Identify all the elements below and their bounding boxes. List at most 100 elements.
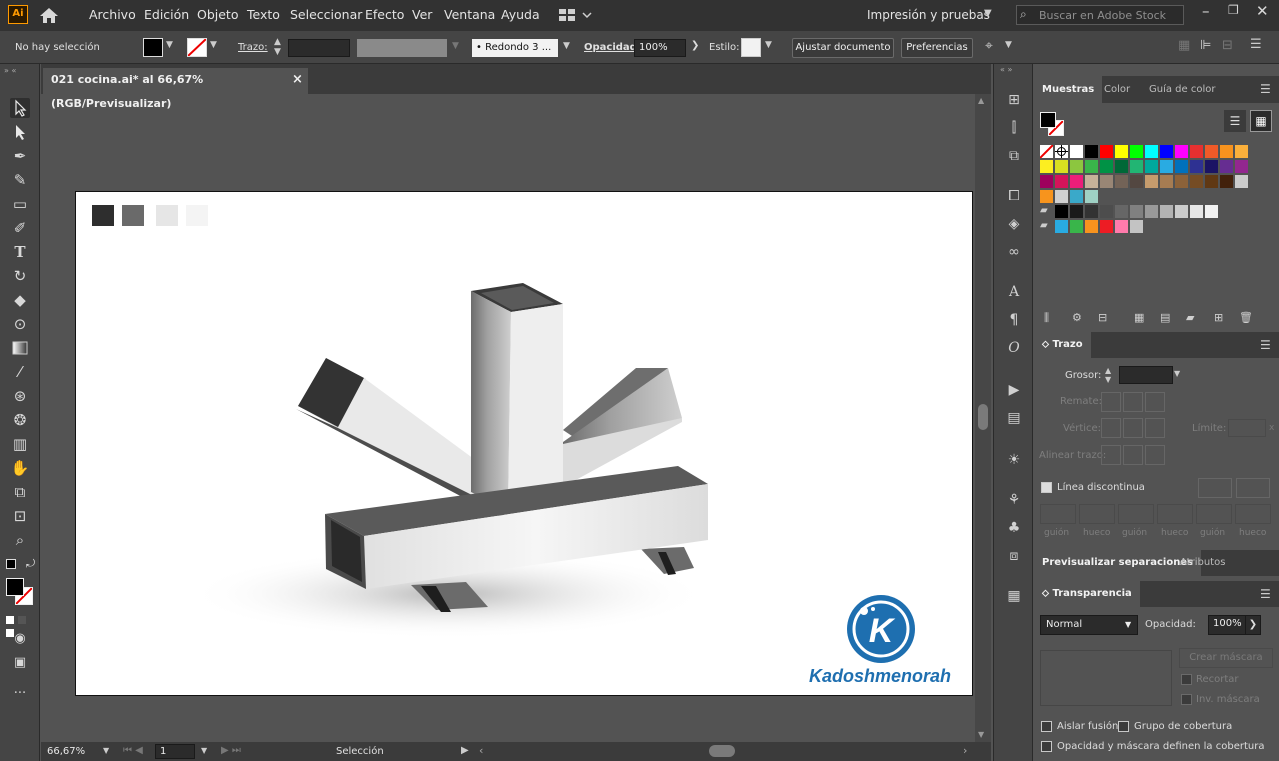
workspace-layout-icon[interactable] [558, 7, 594, 23]
status-arrow-icon[interactable]: ▶ [461, 745, 469, 756]
graphic-style-swatch[interactable] [741, 38, 761, 57]
stroke-panel-tab[interactable]: ⬦ Trazo [1034, 332, 1091, 358]
stroke-swatch[interactable] [187, 38, 207, 57]
paintbrush-tool-icon[interactable]: ✐ [10, 218, 30, 238]
column-graph-tool-icon[interactable]: ▥ [10, 434, 30, 454]
minimize-icon[interactable]: – [1202, 2, 1210, 20]
gap-input[interactable] [1235, 504, 1271, 524]
first-artboard-icon[interactable]: ⏮ ◀ [123, 745, 143, 756]
rotate-tool-icon[interactable]: ↻ [10, 266, 30, 286]
appearance-panel-icon[interactable]: ☀ [1004, 450, 1024, 470]
swatches-grid[interactable]: ▰ ▰ [1039, 144, 1256, 235]
swatch-1-6[interactable] [1130, 160, 1143, 173]
artboard-tool-icon[interactable]: ⊡ [10, 506, 30, 526]
swatch-2-10[interactable] [1190, 175, 1203, 188]
eyedropper-tool-icon[interactable]: ⁄ [10, 362, 30, 382]
variable-width-profile[interactable] [357, 39, 447, 57]
transparency-opacity-arrow[interactable]: ❯ [1245, 615, 1261, 635]
swatch-0-12[interactable] [1220, 145, 1233, 158]
align-stroke-buttons[interactable] [1101, 445, 1169, 465]
curvature-tool-icon[interactable]: ✎ [10, 170, 30, 190]
delete-swatch-icon[interactable]: 🗑 [1239, 311, 1253, 324]
direct-selection-tool-icon[interactable] [10, 122, 30, 142]
warp-tool-icon[interactable]: ⊙ [10, 314, 30, 334]
gray-swatch-9[interactable] [1190, 205, 1203, 218]
swatch-2-5[interactable] [1115, 175, 1128, 188]
tab-color[interactable]: Color [1096, 76, 1138, 103]
swatch-2-9[interactable] [1175, 175, 1188, 188]
tab-guia-color[interactable]: Guía de color [1141, 76, 1223, 103]
knockout-group-checkbox[interactable] [1118, 721, 1129, 732]
gray-swatch-7[interactable] [1160, 205, 1173, 218]
bright-swatch-2[interactable] [1085, 220, 1098, 233]
swatch-library-icon[interactable]: ⫼ [1044, 311, 1049, 325]
hscroll-left-icon[interactable]: ‹ [479, 744, 483, 757]
pathfinder-panel-icon[interactable]: ⧉ [1004, 146, 1024, 166]
swatch-1-11[interactable] [1205, 160, 1218, 173]
swatch-folder-icon[interactable]: ▰ [1040, 205, 1048, 216]
pattern-swatch-0[interactable] [1040, 190, 1053, 203]
blend-mode-select[interactable]: Normal ▼ [1040, 615, 1138, 635]
opacity-mask-checkbox[interactable] [1041, 741, 1052, 752]
align-panel-icon[interactable]: ⫿ [1004, 118, 1024, 138]
horizontal-scroll-thumb[interactable] [709, 745, 735, 757]
symbol-sprayer-tool-icon[interactable]: ❂ [10, 410, 30, 430]
weight-dropdown-icon[interactable]: ▼ [1174, 369, 1180, 378]
weight-spinner-icon[interactable]: ▲ ▼ [1105, 366, 1111, 384]
swatch-0-4[interactable] [1100, 145, 1113, 158]
grid-view-icon[interactable]: ▦ [1250, 110, 1272, 132]
workspace-switcher[interactable]: Impresión y pruebas [867, 8, 990, 22]
menu-ventana[interactable]: Ventana [444, 7, 495, 22]
type-tool-icon[interactable]: T [10, 242, 30, 262]
stock-search-field[interactable]: ⌕ Buscar en Adobe Stock [1016, 5, 1184, 25]
opacity-input[interactable]: 100% [634, 39, 686, 57]
swatch-1-5[interactable] [1115, 160, 1128, 173]
swatch-0-0[interactable] [1039, 144, 1054, 159]
draw-mode-icon[interactable]: ◉ [10, 629, 30, 649]
clip-checkbox[interactable] [1181, 674, 1192, 685]
stroke-dropdown-icon[interactable]: ▼ [210, 40, 217, 50]
swatch-folder-icon[interactable]: ▰ [1040, 220, 1048, 231]
hscroll-right-icon[interactable]: › [963, 744, 967, 757]
dock-collapse-icon[interactable]: « » [1000, 65, 1012, 74]
actions-panel-icon[interactable]: ▶ [1004, 380, 1024, 400]
next-artboard-icon[interactable]: ▶ ⏭ [221, 745, 241, 756]
rectangle-tool-icon[interactable]: ▭ [10, 194, 30, 214]
swatch-1-2[interactable] [1070, 160, 1083, 173]
zoom-tool-icon[interactable]: ⌕ [10, 530, 30, 550]
artboard-number-input[interactable]: 1 [155, 744, 195, 759]
swatch-2-6[interactable] [1130, 175, 1143, 188]
preferences-button[interactable]: Preferencias [901, 38, 973, 58]
chevron-down-icon[interactable]: ▼ [984, 8, 992, 19]
layers-panel-icon[interactable]: ◈ [1004, 214, 1024, 234]
gray-swatch-1[interactable] [1070, 205, 1083, 218]
transform-panel-icon[interactable]: ⊞ [1004, 90, 1024, 110]
bright-swatch-5[interactable] [1130, 220, 1143, 233]
kitchen-pipe-artwork[interactable]: K Kadoshmenorah [76, 192, 973, 696]
menu-edicion[interactable]: Edición [144, 7, 189, 22]
color-group-icon[interactable]: ▦ [1134, 311, 1144, 324]
home-icon[interactable] [38, 5, 60, 25]
swatch-2-11[interactable] [1205, 175, 1218, 188]
swatch-1-10[interactable] [1190, 160, 1203, 173]
character-panel-icon[interactable]: A [1004, 282, 1024, 302]
gray-swatch-5[interactable] [1130, 205, 1143, 218]
swatch-2-8[interactable] [1160, 175, 1173, 188]
bright-swatch-0[interactable] [1055, 220, 1068, 233]
gray-swatch-8[interactable] [1175, 205, 1188, 218]
swatch-1-4[interactable] [1100, 160, 1113, 173]
corner-buttons[interactable] [1101, 418, 1169, 438]
dash-align-buttons[interactable] [1198, 478, 1276, 498]
swatch-1-3[interactable] [1085, 160, 1098, 173]
adjust-document-button[interactable]: Ajustar documento [792, 38, 894, 58]
gray-swatch-6[interactable] [1145, 205, 1158, 218]
swatch-1-0[interactable] [1040, 160, 1053, 173]
swatch-2-3[interactable] [1085, 175, 1098, 188]
swatch-2-7[interactable] [1145, 175, 1158, 188]
swatch-1-13[interactable] [1235, 160, 1248, 173]
transparency-opacity-input[interactable]: 100% [1208, 615, 1248, 635]
swatch-2-0[interactable] [1040, 175, 1053, 188]
opacity-label[interactable]: Opacidad: [584, 42, 641, 53]
gradient-tool-icon[interactable] [10, 338, 30, 358]
bright-swatch-4[interactable] [1115, 220, 1128, 233]
